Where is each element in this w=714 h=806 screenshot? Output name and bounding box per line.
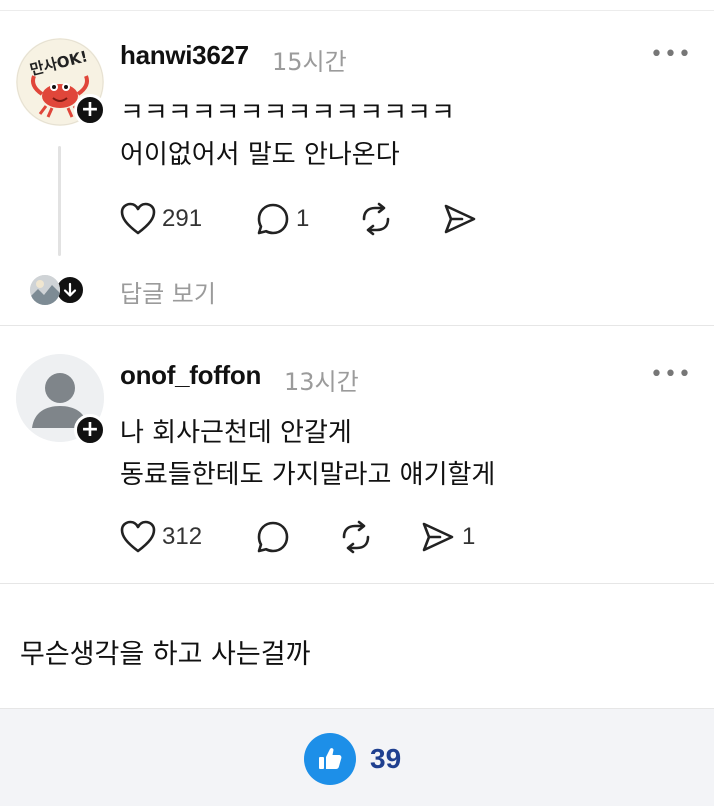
share-count: 1 <box>462 523 476 550</box>
username[interactable]: hanwi3627 <box>120 40 249 71</box>
follow-plus-icon[interactable]: + <box>74 94 106 126</box>
share-button[interactable]: 1 <box>420 520 475 554</box>
like-count: 312 <box>162 523 203 550</box>
post-text-line-1: 나 회사근천데 안갈게 <box>120 418 352 448</box>
recommend-count: 39 <box>370 743 402 774</box>
reply-avatars[interactable] <box>30 274 86 306</box>
repost-icon <box>362 202 390 236</box>
comment-button[interactable] <box>256 520 290 554</box>
send-icon <box>422 522 454 552</box>
thread-post-1: 만사OK! + hanwi3627 15시간 ••• ㅋㅋㅋㅋㅋㅋㅋㅋㅋㅋㅋㅋㅋ… <box>0 12 714 324</box>
more-options-icon[interactable]: ••• <box>650 42 692 67</box>
thumbs-up-icon[interactable] <box>304 733 356 785</box>
username[interactable]: onof_foffon <box>120 360 261 391</box>
like-button[interactable]: 291 <box>120 202 202 236</box>
more-options-icon[interactable]: ••• <box>650 362 692 387</box>
comment-count: 1 <box>296 205 310 232</box>
caption-comment: 무슨생각을 하고 사는걸까 <box>20 639 311 670</box>
comment-bubble-icon <box>257 203 289 235</box>
comment-bubble-icon <box>257 521 289 553</box>
reply-user-avatar <box>30 275 60 305</box>
repost-button[interactable] <box>338 520 374 554</box>
top-divider <box>0 10 714 11</box>
post-time: 13시간 <box>284 368 359 396</box>
thread-connector-line <box>58 146 61 256</box>
post-text-line-2: 어이없어서 말도 안나온다 <box>120 140 400 170</box>
heart-icon <box>120 202 156 235</box>
footer-bar: 39 <box>0 708 714 806</box>
post-text-line-2: 동료들한테도 가지말라고 얘기할게 <box>120 460 496 490</box>
repost-icon <box>342 520 370 554</box>
post-text-line-1: ㅋㅋㅋㅋㅋㅋㅋㅋㅋㅋㅋㅋㅋㅋ <box>120 98 455 128</box>
send-icon <box>444 204 476 234</box>
share-button[interactable] <box>442 202 478 236</box>
heart-icon <box>120 520 156 553</box>
like-button[interactable]: 312 <box>120 520 202 554</box>
like-count: 291 <box>162 205 203 232</box>
post-divider <box>0 583 714 584</box>
follow-plus-icon[interactable]: + <box>74 414 106 446</box>
thread-post-2: + onof_foffon 13시간 ••• 나 회사근천데 안갈게 동료들한테… <box>0 326 714 582</box>
comment-button[interactable]: 1 <box>256 202 309 236</box>
view-replies-link[interactable]: 답글 보기 <box>120 274 216 309</box>
recommend-button[interactable]: 39 <box>304 733 401 785</box>
post-time: 15시간 <box>272 48 347 76</box>
repost-button[interactable] <box>358 202 394 236</box>
